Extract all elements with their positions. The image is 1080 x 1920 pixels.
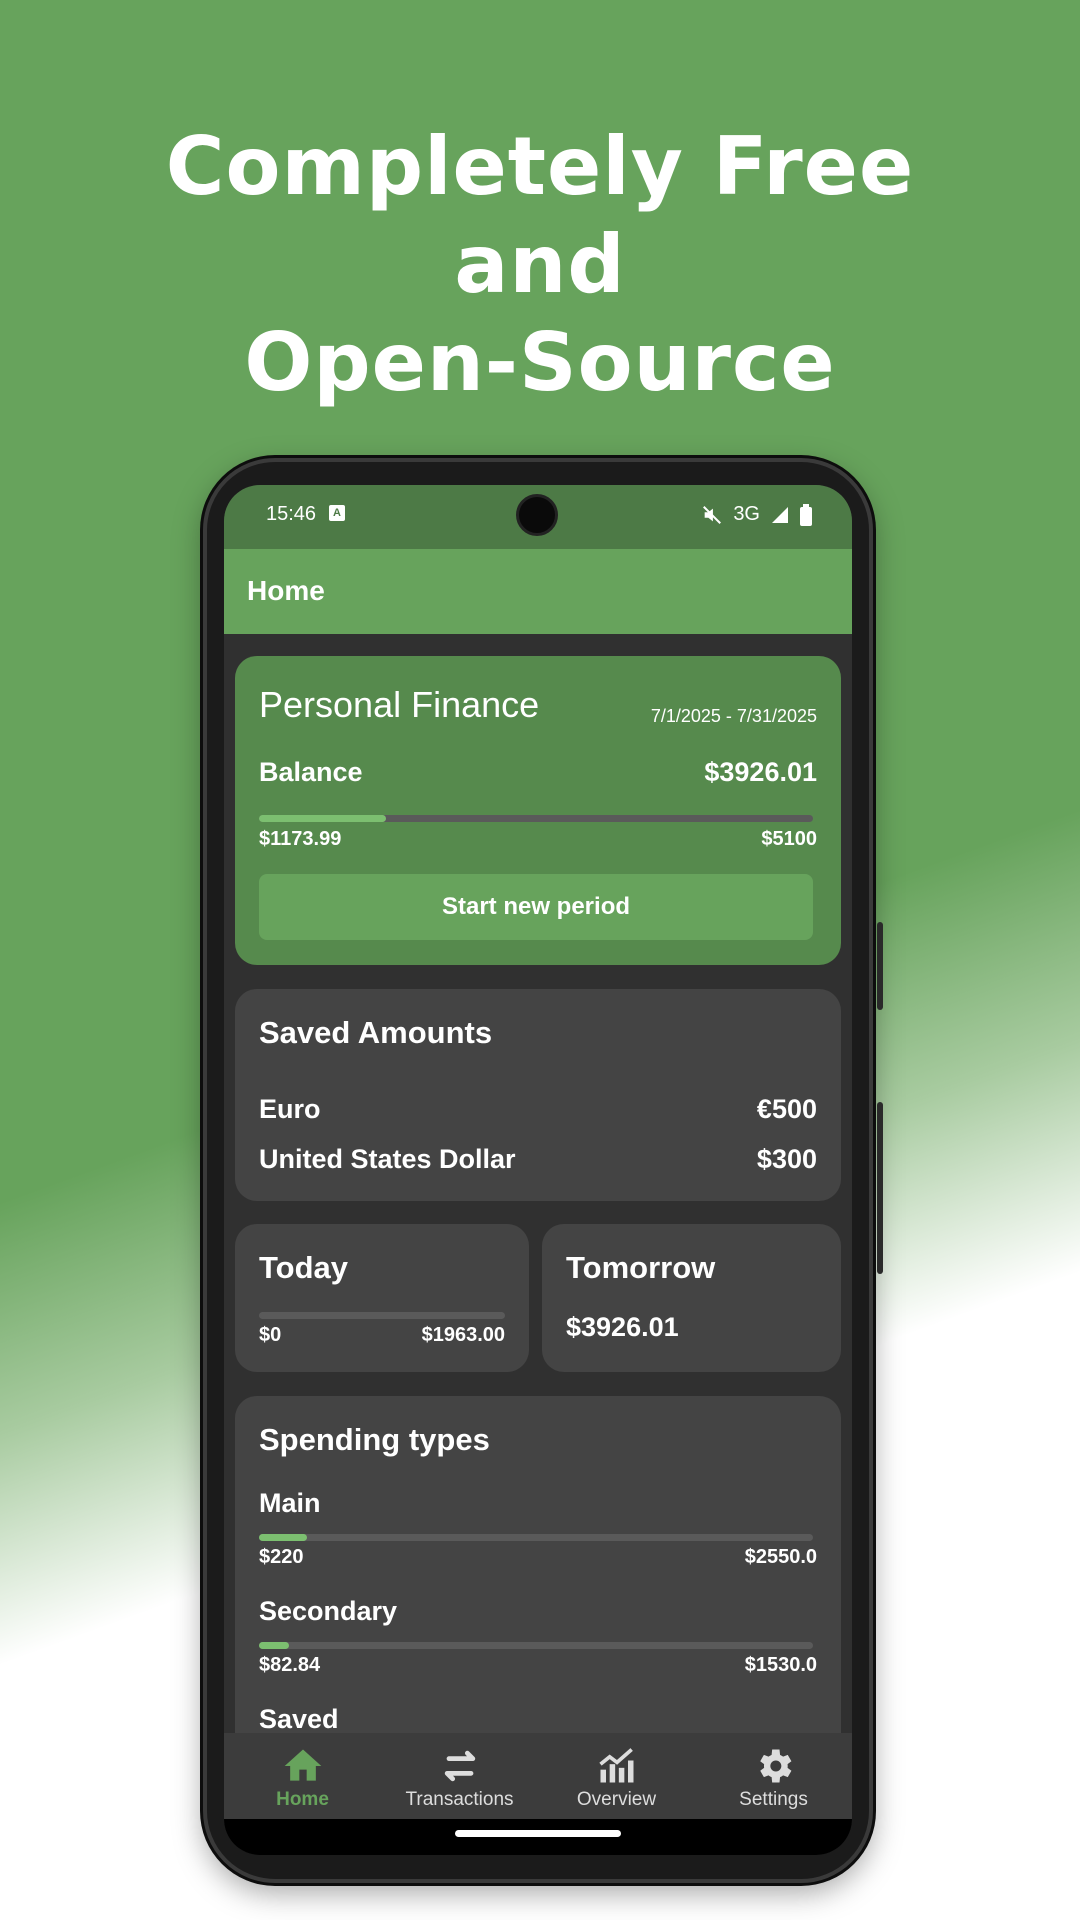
- battery-icon: [800, 503, 812, 526]
- spending-limit: $2550.0: [744, 1546, 817, 1568]
- spending-progress-bar: [259, 1642, 813, 1649]
- nav-label: Home: [276, 1789, 329, 1810]
- today-title: Today: [259, 1250, 348, 1285]
- today-card: Today $0 $1963.00: [235, 1224, 529, 1372]
- notification-icon: A: [329, 505, 345, 521]
- volume-button: [877, 1102, 883, 1274]
- nav-label: Settings: [739, 1789, 808, 1810]
- phone-frame: 15:46 A 3G Home Personal Finance 7/1/202…: [203, 458, 883, 1883]
- start-new-period-button[interactable]: Start new period: [259, 874, 813, 940]
- balance-value: $3926.01: [704, 757, 817, 787]
- home-icon: [284, 1749, 321, 1781]
- saved-item-value: $300: [756, 1144, 817, 1174]
- hero-line-1: Completely Free: [165, 120, 915, 213]
- balance-label: Balance: [259, 757, 363, 787]
- spending-types-title: Spending types: [259, 1422, 490, 1457]
- period-range: 7/1/2025 - 7/31/2025: [650, 706, 817, 726]
- camera-cutout: [516, 494, 558, 536]
- page-title: Home: [247, 575, 325, 606]
- spending-type-name: Saved: [259, 1704, 339, 1734]
- mute-icon: [703, 505, 722, 524]
- nav-home[interactable]: Home: [224, 1733, 381, 1819]
- spending-spent: $220: [259, 1546, 304, 1568]
- saved-amounts-card: Saved Amounts Euro €500 United States Do…: [235, 989, 841, 1201]
- spending-progress-fill: [259, 1534, 307, 1541]
- balance-progress-fill: [259, 815, 387, 822]
- today-progress-bar: [259, 1312, 505, 1319]
- budget-amount: $5100: [761, 828, 817, 850]
- today-min: $0: [259, 1324, 282, 1346]
- nav-transactions[interactable]: Transactions: [381, 1733, 538, 1819]
- tomorrow-title: Tomorrow: [566, 1250, 716, 1285]
- hero-line-3: Open-Source: [244, 316, 836, 409]
- hero-line-2: and: [454, 218, 626, 311]
- nav-label: Transactions: [405, 1789, 514, 1810]
- phone-screen: 15:46 A 3G Home Personal Finance 7/1/202…: [224, 485, 852, 1855]
- app-bar: Home: [224, 549, 852, 634]
- status-time: 15:46: [266, 503, 317, 525]
- tomorrow-value: $3926.01: [566, 1312, 679, 1342]
- spending-types-card: Spending types Main $220 $2550.0 Seconda…: [235, 1396, 841, 1756]
- saved-item-value: €500: [756, 1094, 817, 1124]
- finance-card: Personal Finance 7/1/2025 - 7/31/2025 Ba…: [235, 656, 841, 965]
- saved-amounts-title: Saved Amounts: [259, 1015, 493, 1050]
- nav-overview[interactable]: Overview: [538, 1733, 695, 1819]
- spending-progress-fill: [259, 1642, 289, 1649]
- status-bar: 15:46 A 3G: [224, 485, 852, 549]
- nav-label: Overview: [576, 1789, 657, 1810]
- nav-settings[interactable]: Settings: [695, 1733, 852, 1819]
- balance-progress-bar: [259, 815, 813, 822]
- chart-icon: [598, 1748, 633, 1783]
- network-type: 3G: [733, 503, 760, 525]
- today-max: $1963.00: [421, 1324, 505, 1346]
- spending-type-name: Main: [259, 1488, 321, 1518]
- gesture-area: [224, 1819, 852, 1855]
- tomorrow-card: Tomorrow $3926.01: [542, 1224, 841, 1372]
- status-icons: 3G: [701, 503, 812, 526]
- spending-spent: $82.84: [259, 1654, 321, 1676]
- gear-icon: [759, 1749, 791, 1783]
- spent-amount: $1173.99: [259, 828, 342, 850]
- gesture-handle[interactable]: [455, 1830, 621, 1837]
- transactions-icon: [444, 1750, 475, 1782]
- bottom-navigation: Home Transactions Overview Settings: [224, 1733, 852, 1819]
- spending-progress-bar: [259, 1534, 813, 1541]
- saved-item-label: United States Dollar: [259, 1144, 516, 1174]
- saved-item-label: Euro: [259, 1094, 321, 1124]
- spending-limit: $1530.0: [744, 1654, 817, 1676]
- finance-title: Personal Finance: [259, 684, 540, 725]
- hero-heading: Completely Free and Open-Source: [0, 118, 1080, 412]
- signal-icon: [772, 506, 788, 523]
- power-button: [877, 922, 883, 1010]
- spending-type-name: Secondary: [259, 1596, 398, 1626]
